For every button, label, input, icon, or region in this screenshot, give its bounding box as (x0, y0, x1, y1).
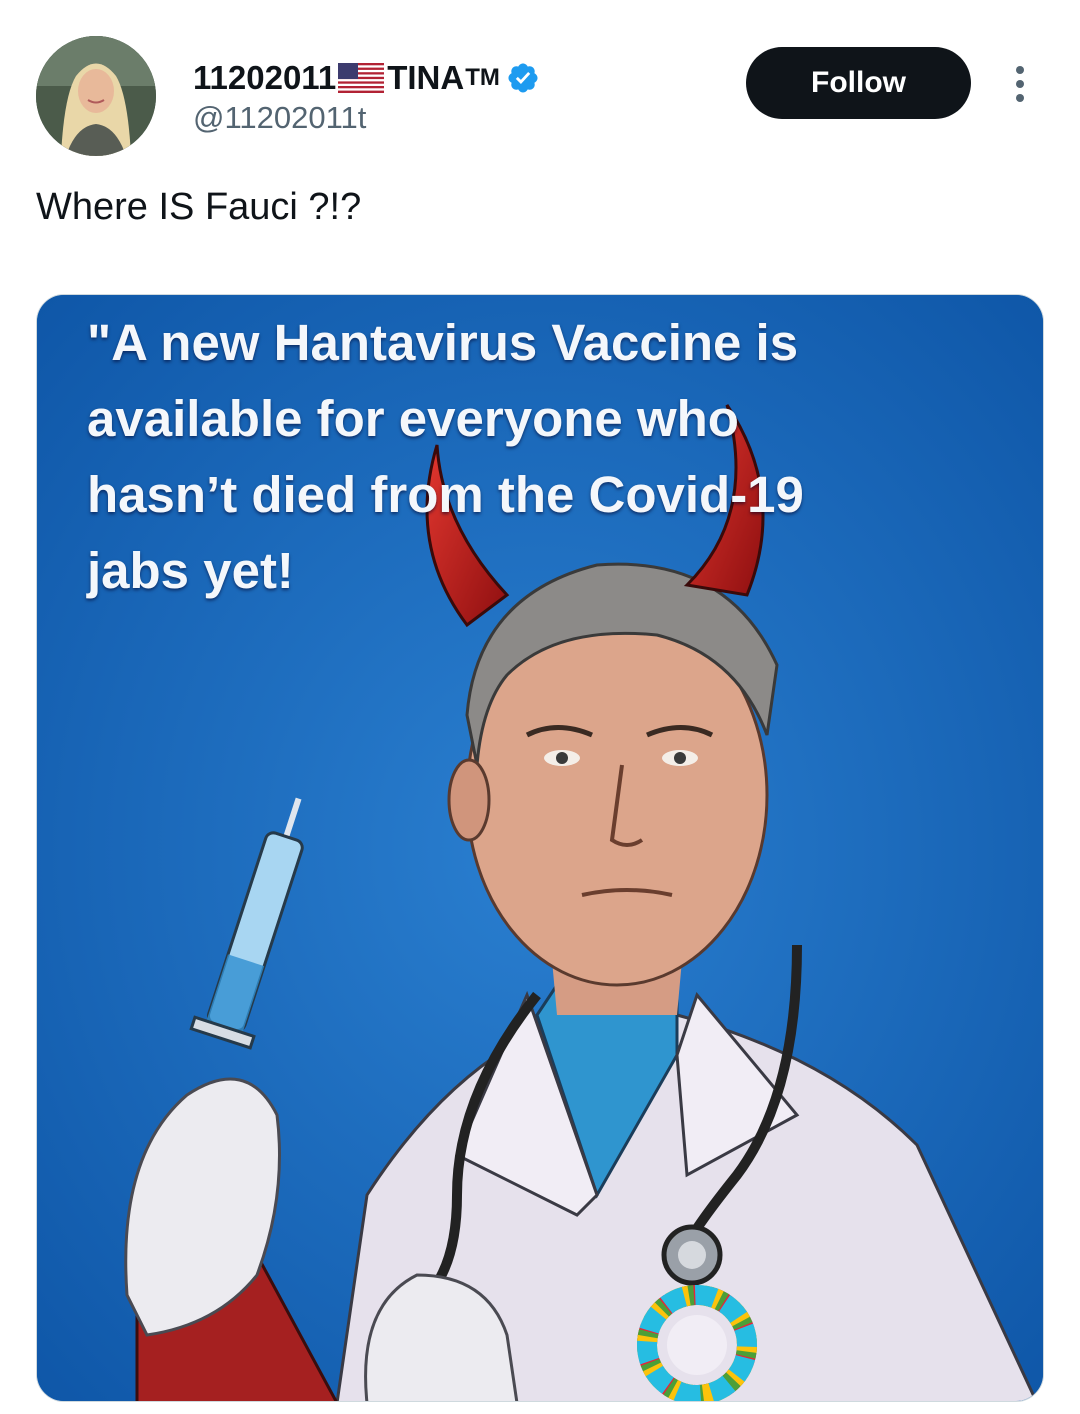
follow-button[interactable]: Follow (746, 47, 971, 119)
poster-caption-line: jabs yet! (87, 542, 294, 599)
more-options-icon[interactable] (1004, 60, 1036, 108)
trademark-label: TM (465, 64, 500, 91)
poster-caption-line: hasn’t died from the Covid-19 (87, 466, 804, 523)
avatar-image (36, 36, 156, 156)
poster-caption-line: available for everyone who (87, 390, 739, 447)
more-dot (1016, 94, 1024, 102)
tweet-text: Where IS Fauci ?!? (36, 186, 362, 228)
poster-caption-line: "A new Hantavirus Vaccine is (87, 314, 799, 371)
display-name-suffix[interactable]: TINA (387, 59, 464, 97)
more-dot (1016, 80, 1024, 88)
avatar[interactable] (36, 36, 156, 156)
display-name[interactable]: 11202011 (193, 59, 336, 97)
verified-badge-icon[interactable] (506, 61, 540, 95)
author-handle[interactable]: @11202011t (193, 100, 366, 136)
poster-caption: "A new Hantavirus Vaccine is available f… (87, 305, 1017, 609)
author-name-row[interactable]: 11202011 TINA TM (193, 56, 540, 100)
tweet-media-image[interactable]: "A new Hantavirus Vaccine is available f… (36, 294, 1044, 1402)
us-flag-icon (338, 63, 385, 93)
more-dot (1016, 66, 1024, 74)
